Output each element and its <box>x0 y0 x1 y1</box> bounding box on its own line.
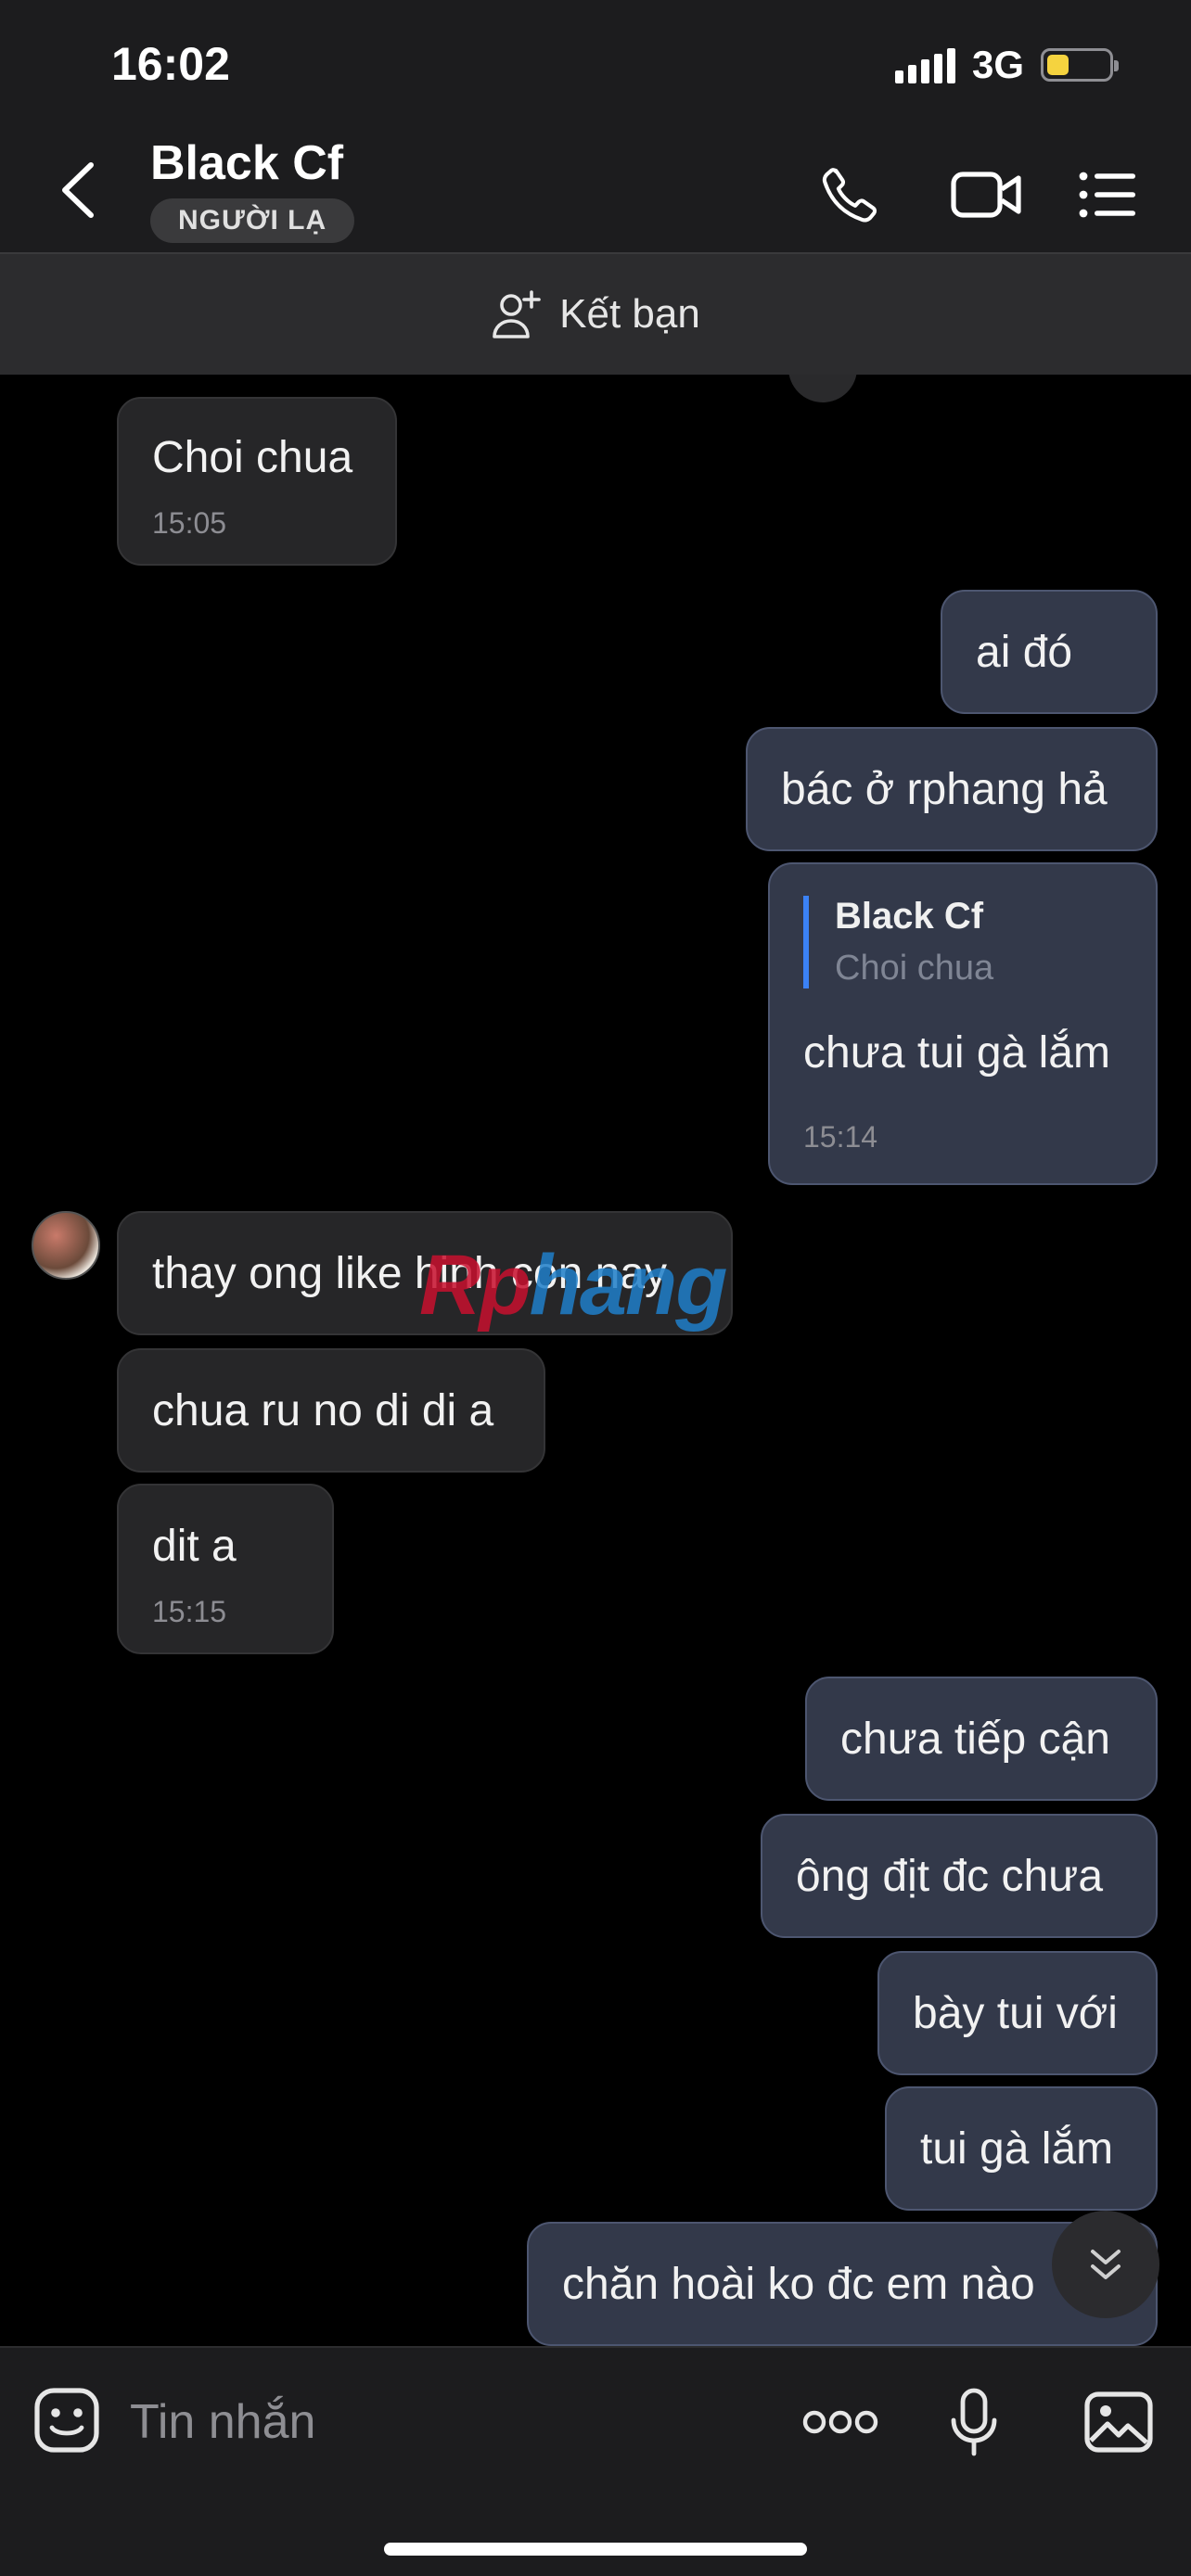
message-bubble-incoming[interactable]: chua ru no di di a <box>117 1348 545 1473</box>
chevron-left-icon <box>62 162 94 218</box>
sticker-icon <box>34 2388 99 2453</box>
top-bar: 16:02 3G Black Cf NGƯỜI LẠ <box>0 0 1191 252</box>
message-bubble-outgoing[interactable]: ai đó <box>941 590 1158 714</box>
status-indicators: 3G <box>894 43 1119 87</box>
microphone-icon <box>951 2388 997 2456</box>
message-bubble-outgoing-reply[interactable]: Black Cf Choi chua chưa tui gà lắm 15:14 <box>768 862 1158 1185</box>
add-friend-button[interactable]: Kết bạn <box>0 252 1191 375</box>
message-bubble-outgoing[interactable]: bác ở rphang hả <box>746 727 1158 851</box>
video-camera-icon <box>951 172 1021 218</box>
list-menu-icon <box>1079 172 1135 218</box>
more-options-button[interactable] <box>801 2383 879 2461</box>
message-text: chưa tiếp cận <box>840 1715 1110 1764</box>
message-bubble-outgoing[interactable]: chưa tiếp cận <box>805 1677 1158 1801</box>
menu-button[interactable] <box>1070 158 1145 232</box>
chat-thread[interactable]: Choi chua 15:05 ai đó bác ở rphang hả Bl… <box>0 375 1191 2346</box>
signal-icon <box>894 46 955 83</box>
watermark-logo: Rphang <box>419 1238 727 1333</box>
status-time: 16:02 <box>111 38 230 90</box>
scroll-to-bottom-button[interactable] <box>1052 2211 1159 2318</box>
composer-bar <box>0 2346 1191 2576</box>
message-text: ông địt đc chưa <box>796 1852 1104 1901</box>
message-text: ai đó <box>976 628 1073 677</box>
send-image-button[interactable] <box>1082 2383 1156 2461</box>
quoted-author: Black Cf <box>835 896 984 937</box>
video-call-button[interactable] <box>941 158 1033 232</box>
battery-icon <box>1041 48 1119 82</box>
image-icon <box>1084 2391 1153 2453</box>
network-type: 3G <box>971 43 1024 86</box>
call-button[interactable] <box>813 158 887 232</box>
message-text: dit a <box>152 1522 237 1571</box>
double-chevron-down-icon <box>1091 2250 1121 2279</box>
back-button[interactable] <box>56 158 102 223</box>
quoted-message[interactable]: Black Cf Choi chua <box>803 896 993 988</box>
message-text: chua ru no di di a <box>152 1386 494 1435</box>
add-user-icon <box>493 290 541 338</box>
add-friend-label: Kết bạn <box>559 291 700 337</box>
voice-record-button[interactable] <box>942 2383 1005 2461</box>
message-text: tui gà lắm <box>920 2124 1114 2174</box>
stranger-badge: NGƯỜI LẠ <box>150 198 355 243</box>
message-bubble-outgoing[interactable]: tui gà lắm <box>885 2086 1158 2211</box>
message-bubble-incoming[interactable]: dit a 15:15 <box>117 1484 334 1654</box>
contact-name[interactable]: Black Cf <box>150 135 343 191</box>
quoted-text: Choi chua <box>835 949 994 988</box>
message-bubble-outgoing[interactable]: ông địt đc chưa <box>761 1814 1158 1938</box>
phone-icon <box>822 168 877 223</box>
message-time: 15:05 <box>152 506 227 540</box>
more-dots-icon <box>802 2410 878 2434</box>
message-bubble-outgoing[interactable]: bày tui với <box>877 1951 1158 2075</box>
message-bubble-incoming[interactable]: Choi chua 15:05 <box>117 397 397 566</box>
message-text: bác ở rphang hả <box>781 765 1108 814</box>
message-text: Choi chua <box>152 433 353 482</box>
avatar[interactable] <box>32 1211 100 1280</box>
sticker-button[interactable] <box>32 2385 102 2455</box>
avatar-peek <box>788 375 857 402</box>
message-input[interactable] <box>130 2385 761 2459</box>
message-time: 15:14 <box>803 1120 878 1154</box>
home-indicator <box>384 2543 807 2556</box>
message-text: chưa tui gà lắm <box>803 1028 1110 1078</box>
message-text: chăn hoài ko đc em nào <box>562 2260 1035 2309</box>
battery-level <box>1047 55 1069 75</box>
message-text: bày tui với <box>913 1989 1118 2038</box>
message-time: 15:15 <box>152 1595 227 1628</box>
